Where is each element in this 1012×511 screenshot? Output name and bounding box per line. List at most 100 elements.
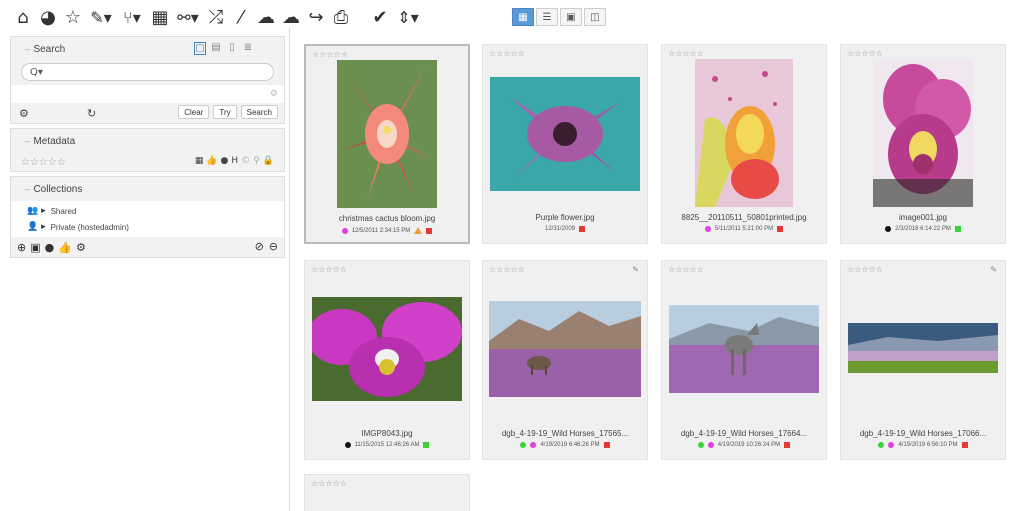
asset-date: 5/11/2011 5:21:00 PM bbox=[714, 226, 774, 232]
try-button[interactable]: Try bbox=[213, 105, 237, 119]
share-icon[interactable]: ↪ bbox=[305, 5, 327, 31]
advanced-search-icon[interactable]: ▤ bbox=[210, 42, 222, 55]
calendar-icon[interactable]: ▦ bbox=[149, 5, 171, 31]
asset-card[interactable]: ☆☆☆☆☆ IMGP8043.jpg 11/15/2015 12:46:26 A… bbox=[304, 260, 470, 460]
sort-icon[interactable]: ⇕▾ bbox=[394, 5, 422, 31]
search-query-area[interactable]: ⚙ bbox=[11, 85, 284, 103]
rating-stars[interactable]: ☆☆☆☆☆ bbox=[847, 265, 883, 274]
asset-meta: 4/19/2019 10:26:24 PM bbox=[662, 442, 826, 448]
basic-search-icon[interactable]: ▢ bbox=[194, 42, 206, 55]
comment-icon[interactable]: ● bbox=[221, 156, 229, 166]
collection-private[interactable]: 👤 ▸ Private (hostedadmin) bbox=[27, 219, 284, 235]
collection-label: Shared bbox=[50, 206, 77, 216]
search-panel-header[interactable]: – Search ▢ ▤ ▯ ≣ bbox=[11, 37, 284, 61]
asset-filename: dgb_4-19-19_Wild Horses_17066... bbox=[859, 429, 987, 438]
asset-meta: 12/31/2009 bbox=[483, 226, 647, 232]
remove-icon[interactable]: ⊖ bbox=[269, 240, 278, 253]
thumbnail-image[interactable] bbox=[489, 301, 641, 397]
collapse-icon[interactable]: – bbox=[25, 45, 29, 54]
thumbs-up-icon[interactable]: 👍 bbox=[58, 241, 72, 254]
list-search-icon[interactable]: ≣ bbox=[242, 42, 254, 55]
color-label-dot bbox=[885, 226, 892, 232]
clear-button[interactable]: Clear bbox=[178, 105, 210, 119]
collections-panel-header[interactable]: – Collections bbox=[11, 177, 284, 201]
asset-date: 4/19/2019 6:56:10 PM bbox=[898, 442, 958, 448]
image-view-button[interactable]: ▣ bbox=[560, 8, 582, 26]
document-search-icon[interactable]: ▯ bbox=[226, 42, 238, 55]
query-settings-icon[interactable]: ⚙ bbox=[270, 88, 278, 99]
cloud-upload-icon[interactable]: ☁ bbox=[255, 5, 277, 31]
metadata-panel-header[interactable]: – Metadata bbox=[11, 129, 284, 153]
search-panel-title: Search bbox=[33, 43, 66, 55]
detail-view-button[interactable]: ◫ bbox=[584, 8, 606, 26]
asset-meta: 2/3/2016 6:14:22 PM bbox=[841, 226, 1005, 232]
rating-stars[interactable]: ☆☆☆☆☆ bbox=[21, 157, 66, 168]
rating-stars[interactable]: ☆☆☆☆☆ bbox=[668, 49, 704, 58]
collections-panel-title: Collections bbox=[33, 183, 83, 195]
collections-toolbar: ⊕ ▣ ● 👍 ⚙ ⊘ ⊖ bbox=[11, 237, 284, 257]
branch-icon[interactable]: ⑂▾ bbox=[118, 5, 146, 31]
edit-icon[interactable]: ✎▾ bbox=[87, 5, 115, 31]
thumbnail-image[interactable] bbox=[848, 323, 998, 373]
print-icon[interactable]: ⎙ bbox=[330, 5, 352, 31]
collection-label: Private (hostedadmin) bbox=[50, 222, 129, 232]
rating-stars[interactable]: ☆☆☆☆☆ bbox=[847, 49, 883, 58]
folder-icon[interactable]: ▣ bbox=[30, 241, 40, 254]
search-button[interactable]: Search bbox=[240, 105, 278, 119]
check-icon[interactable]: ✔ bbox=[369, 5, 391, 31]
star-icon[interactable]: ☆ bbox=[62, 5, 84, 31]
rating-stars[interactable]: ☆☆☆☆☆ bbox=[489, 265, 525, 274]
thumbnail-image[interactable] bbox=[873, 59, 973, 207]
dashboard-icon[interactable]: ◕ bbox=[37, 5, 59, 31]
edit-icon[interactable]: ✎ bbox=[632, 265, 639, 274]
rating-stars[interactable]: ☆☆☆☆☆ bbox=[311, 265, 347, 274]
rating-stars[interactable]: ☆☆☆☆☆ bbox=[668, 265, 704, 274]
list-view-button[interactable]: ☰ bbox=[536, 8, 558, 26]
link-icon[interactable]: ⚯▾ bbox=[174, 5, 202, 31]
collection-shared[interactable]: 👥 ▸ Shared bbox=[27, 203, 284, 219]
thumbnail-image[interactable] bbox=[695, 59, 793, 207]
comment-icon[interactable]: ● bbox=[45, 241, 55, 254]
history-icon[interactable]: H bbox=[231, 156, 238, 166]
search-input[interactable]: Q▾ bbox=[21, 63, 274, 81]
gear-icon[interactable]: ⚙ bbox=[76, 241, 86, 254]
add-collection-icon[interactable]: ⊕ bbox=[17, 241, 26, 254]
thumbs-up-icon[interactable]: 👍 bbox=[206, 156, 217, 166]
rating-stars[interactable]: ☆☆☆☆☆ bbox=[311, 479, 347, 488]
grid-view-button[interactable]: ▦ bbox=[512, 8, 534, 26]
collapse-icon[interactable]: – bbox=[25, 137, 29, 146]
magic-wand-icon[interactable]: ⁄ bbox=[230, 5, 252, 31]
collapse-icon[interactable]: – bbox=[25, 185, 29, 194]
thumbnail-image[interactable] bbox=[337, 60, 437, 208]
rating-stars[interactable]: ☆☆☆☆☆ bbox=[489, 49, 525, 58]
asset-card[interactable]: ☆☆☆☆☆ image001.jpg 2/3/2016 6:14:22 PM bbox=[840, 44, 1006, 244]
copyright-icon[interactable]: © bbox=[241, 156, 250, 166]
thumbnail-image[interactable] bbox=[669, 305, 819, 393]
color-label-dot bbox=[888, 442, 895, 448]
asset-card[interactable]: ☆☆☆☆☆ Purple flower.jpg 12/31/2009 bbox=[482, 44, 648, 244]
asset-card[interactable]: ☆☆☆☆☆ bbox=[304, 474, 470, 511]
asset-filename: Purple flower.jpg bbox=[535, 213, 595, 222]
panel-divider[interactable] bbox=[289, 28, 290, 511]
asset-card[interactable]: ☆☆☆☆☆ ✎ dgb_4-19-19_Wild Horses_17066...… bbox=[840, 260, 1006, 460]
thumbnail-image[interactable] bbox=[490, 77, 640, 191]
asset-card[interactable]: ☆☆☆☆☆ ✎ dgb_4-19-19_Wild Horses_17565...… bbox=[482, 260, 648, 460]
lock-icon[interactable]: 🔒 bbox=[263, 156, 274, 166]
metadata-panel: – Metadata ☆☆☆☆☆ ▦ 👍 ● H © ⚲ 🔒 bbox=[10, 128, 285, 172]
rating-stars[interactable]: ☆☆☆☆☆ bbox=[312, 50, 348, 59]
shuffle-icon[interactable]: ⤮ bbox=[205, 5, 227, 31]
cloud-download-icon[interactable]: ☁ bbox=[280, 5, 302, 31]
edit-icon[interactable]: ✎ bbox=[990, 265, 997, 274]
grid-filter-icon[interactable]: ▦ bbox=[195, 156, 204, 166]
search-icon[interactable]: Q▾ bbox=[30, 67, 43, 78]
block-icon[interactable]: ⊘ bbox=[255, 240, 264, 253]
home-icon[interactable]: ⌂ bbox=[12, 5, 34, 31]
asset-card[interactable]: ☆☆☆☆☆ 8825__20110511_50801printed.jpg 5/… bbox=[661, 44, 827, 244]
gear-icon[interactable]: ⚙ bbox=[19, 107, 29, 120]
asset-card[interactable]: ☆☆☆☆☆ dgb_4-19-19_Wild Horses_17664... 4… bbox=[661, 260, 827, 460]
asset-card[interactable]: ☆☆☆☆☆ christmas cactus bloom.jpg 12/5/20… bbox=[304, 44, 470, 244]
refresh-icon[interactable]: ↻ bbox=[87, 107, 96, 120]
thumbnail-image[interactable] bbox=[312, 297, 462, 401]
key-icon[interactable]: ⚲ bbox=[253, 156, 260, 166]
color-label-dot bbox=[704, 226, 711, 232]
